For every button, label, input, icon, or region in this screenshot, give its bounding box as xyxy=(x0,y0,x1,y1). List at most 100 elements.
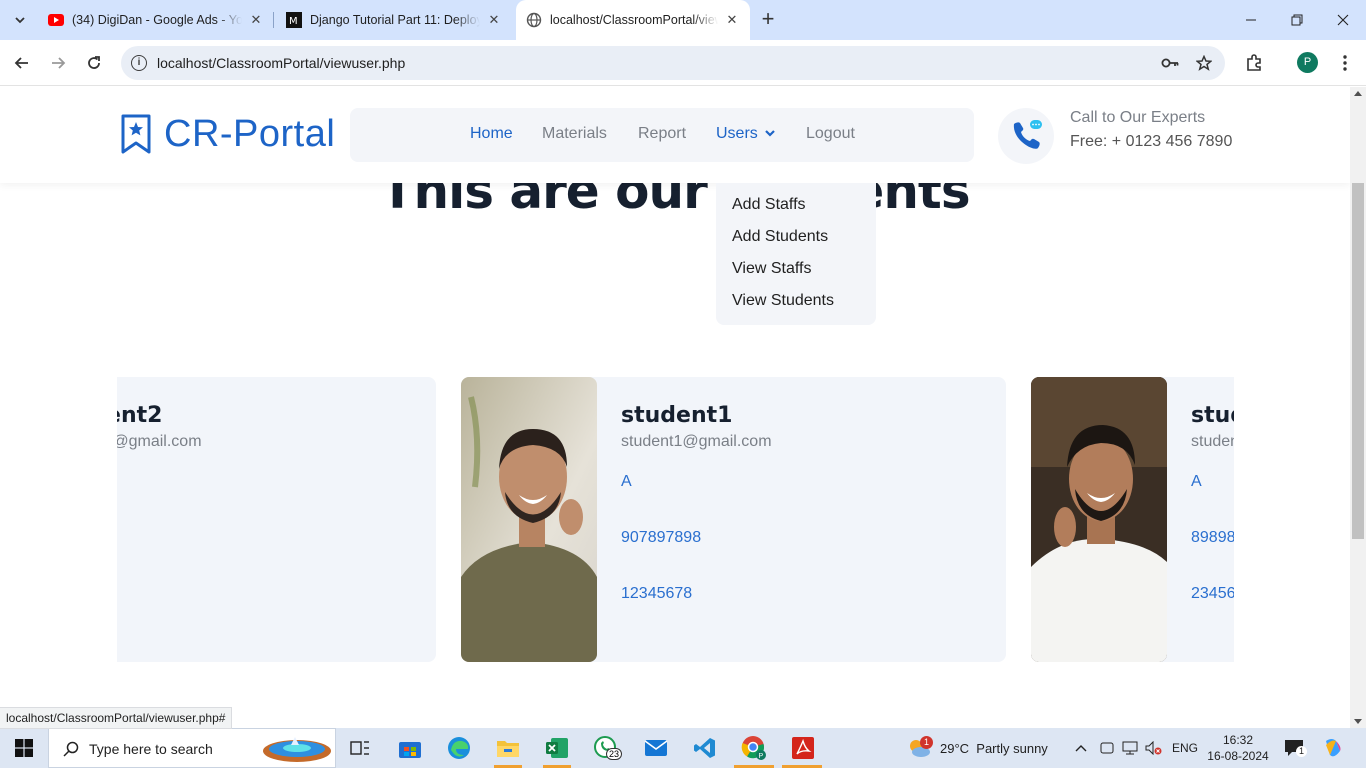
window-close-icon[interactable] xyxy=(1320,0,1366,40)
windows-start-icon[interactable] xyxy=(0,728,48,768)
clock-date: 16-08-2024 xyxy=(1207,749,1269,763)
nav-home[interactable]: Home xyxy=(470,125,513,143)
forward-icon[interactable] xyxy=(46,51,70,75)
bookmark-logo-icon xyxy=(121,114,151,154)
student-photo xyxy=(1031,377,1167,662)
nav-logout[interactable]: Logout xyxy=(806,125,855,143)
file-explorer-icon[interactable] xyxy=(494,734,522,762)
weather-text: 29°C Partly sunny xyxy=(940,740,1048,756)
student-email: student1@gmail.com xyxy=(621,433,772,450)
call-phone[interactable]: Free: + 0123 456 7890 xyxy=(1070,133,1232,151)
student-card[interactable]: student2 student2@gmail.com 989 9 xyxy=(117,377,436,662)
browser-tab-strip: (34) DigiDan - Google Ads - You ✕ M Djan… xyxy=(0,0,1366,40)
nav-users-label: Users xyxy=(716,125,758,143)
weather-badge: 1 xyxy=(920,736,933,749)
language-indicator[interactable]: ENG xyxy=(1172,728,1198,768)
bookmark-star-icon[interactable] xyxy=(1195,54,1213,72)
search-highlight-icon xyxy=(263,737,331,762)
link-status-bubble: localhost/ClassroomPortal/viewuser.php# xyxy=(0,707,233,729)
scrollbar-thumb[interactable] xyxy=(1352,183,1364,539)
users-dropdown-menu: Add Staffs Add Students View Staffs View… xyxy=(716,183,876,325)
student-card[interactable]: stud studen A 89898 23456 xyxy=(1031,377,1234,662)
student-id: 12345678 xyxy=(621,585,693,602)
student-class: A xyxy=(621,473,632,490)
tab-search-chevron-icon[interactable] xyxy=(8,8,32,32)
show-hidden-icons[interactable] xyxy=(1074,728,1088,768)
close-icon[interactable]: ✕ xyxy=(724,12,740,28)
close-icon[interactable]: ✕ xyxy=(248,12,264,28)
nav-materials[interactable]: Materials xyxy=(542,125,607,143)
restore-icon[interactable] xyxy=(1274,0,1320,40)
clock[interactable]: 16:32 16-08-2024 xyxy=(1206,728,1270,768)
tab-title: (34) DigiDan - Google Ads - You xyxy=(72,13,242,27)
student-class: A xyxy=(1191,473,1202,490)
chrome-icon[interactable]: P xyxy=(740,734,768,762)
scroll-down-icon[interactable] xyxy=(1354,719,1362,724)
notification-count: 1 xyxy=(1296,746,1307,757)
nav-users[interactable]: Users xyxy=(716,125,776,143)
copilot-icon[interactable] xyxy=(1322,728,1344,768)
chevron-up-icon xyxy=(1075,745,1087,752)
tab-title: localhost/ClassroomPortal/view xyxy=(550,13,718,27)
chevron-down-icon xyxy=(764,125,776,143)
youtube-icon xyxy=(48,12,64,28)
scroll-up-icon[interactable] xyxy=(1354,91,1362,96)
menu-item-view-students[interactable]: View Students xyxy=(716,291,876,323)
address-url[interactable]: localhost/ClassroomPortal/viewuser.php xyxy=(157,55,405,71)
mdn-icon: M xyxy=(286,12,302,28)
student-phone: 907897898 xyxy=(621,529,702,546)
password-key-icon[interactable] xyxy=(1161,54,1179,72)
browser-menu-icon[interactable] xyxy=(1336,54,1354,72)
student-phone: 89898 xyxy=(1191,529,1234,546)
main-nav: Home Materials Report Users Logout xyxy=(350,108,974,162)
taskbar-search[interactable]: Type here to search xyxy=(48,728,336,768)
student-email: studen xyxy=(1191,433,1234,450)
reload-icon[interactable] xyxy=(82,51,106,75)
tab-localhost-active[interactable]: localhost/ClassroomPortal/view ✕ xyxy=(516,0,750,40)
tab-youtube[interactable]: (34) DigiDan - Google Ads - You ✕ xyxy=(48,6,264,34)
menu-item-add-students[interactable]: Add Students xyxy=(716,227,876,259)
student-email: student2@gmail.com xyxy=(117,433,202,450)
new-tab-button[interactable]: + xyxy=(758,8,778,30)
excel-icon[interactable] xyxy=(543,734,571,762)
meet-now-icon[interactable] xyxy=(1100,728,1114,768)
nav-report[interactable]: Report xyxy=(638,125,686,143)
back-icon[interactable] xyxy=(10,51,34,75)
profile-avatar[interactable]: P xyxy=(1297,52,1318,73)
whatsapp-badge: 23 xyxy=(606,748,623,760)
taskbar-search-placeholder: Type here to search xyxy=(89,741,213,757)
svg-text:P: P xyxy=(759,753,764,760)
address-bar[interactable]: i localhost/ClassroomPortal/viewuser.php xyxy=(121,46,1225,80)
acrobat-pdf-icon[interactable] xyxy=(789,734,817,762)
notifications-icon[interactable]: 1 xyxy=(1284,728,1307,768)
volume-muted-icon[interactable] xyxy=(1145,728,1163,768)
call-title: Call to Our Experts xyxy=(1070,109,1206,126)
task-view-icon[interactable] xyxy=(346,734,374,762)
tab-title: Django Tutorial Part 11: Deploy xyxy=(310,13,480,27)
vscode-icon[interactable] xyxy=(691,734,719,762)
weather-widget[interactable]: 1 29°C Partly sunny xyxy=(906,728,1048,768)
close-icon[interactable]: ✕ xyxy=(486,12,502,28)
extensions-puzzle-icon[interactable] xyxy=(1245,54,1263,72)
student-card[interactable]: student1 student1@gmail.com A 907897898 … xyxy=(461,377,1006,662)
student-name: student1 xyxy=(621,403,733,428)
windows-taskbar: Type here to search 23 P 1 29°C Partly s… xyxy=(0,728,1366,768)
mail-icon[interactable] xyxy=(642,734,670,762)
site-header: CR-Portal Home Materials Report Users Lo… xyxy=(0,87,1350,183)
microsoft-store-icon[interactable] xyxy=(396,734,424,762)
network-icon[interactable] xyxy=(1122,728,1138,768)
student-id: 23456 xyxy=(1191,585,1234,602)
page-viewport: This are our Students CR-Portal Home Mat… xyxy=(0,87,1350,728)
menu-item-view-staffs[interactable]: View Staffs xyxy=(716,259,876,291)
site-info-icon[interactable]: i xyxy=(131,55,147,71)
page-scrollbar[interactable] xyxy=(1350,87,1366,728)
tab-django-tutorial[interactable]: M Django Tutorial Part 11: Deploy ✕ xyxy=(286,6,502,34)
site-logo[interactable]: CR-Portal xyxy=(120,112,335,156)
tab-divider xyxy=(273,12,274,28)
whatsapp-icon[interactable]: 23 xyxy=(592,734,623,762)
menu-item-add-staffs[interactable]: Add Staffs xyxy=(716,195,876,227)
search-icon xyxy=(63,741,79,757)
edge-browser-icon[interactable] xyxy=(445,734,473,762)
student-carousel[interactable]: student2 student2@gmail.com 989 9 xyxy=(117,377,1234,662)
minimize-icon[interactable] xyxy=(1228,0,1274,40)
